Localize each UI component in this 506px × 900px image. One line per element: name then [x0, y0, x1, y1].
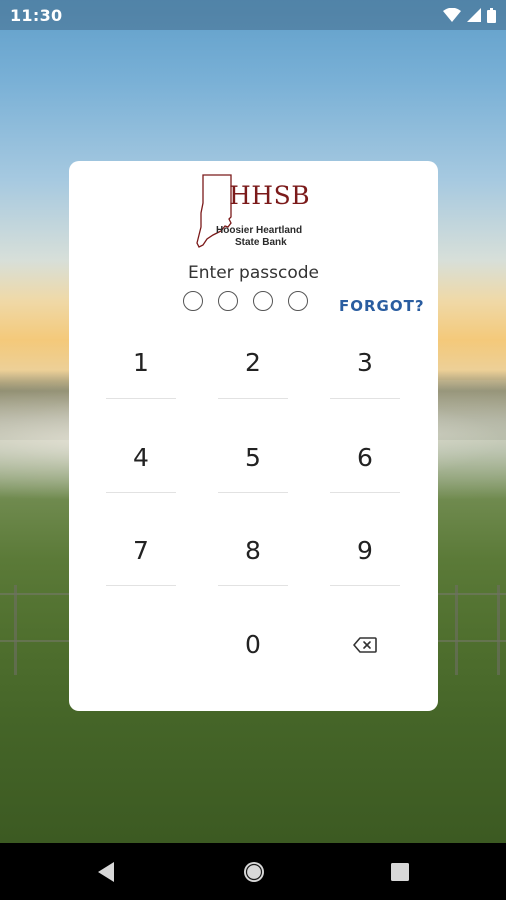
delete-button[interactable]: [330, 614, 400, 674]
passcode-dot: [288, 291, 308, 311]
key-label: 0: [245, 629, 261, 659]
passcode-dots: [183, 291, 308, 311]
logo-line-1: Hoosier Heartland: [216, 225, 303, 236]
key-label: 3: [357, 347, 373, 377]
passcode-prompt: Enter passcode: [188, 263, 319, 283]
signal-icon: [467, 8, 481, 22]
key-label: 9: [357, 535, 373, 565]
status-time: 11:30: [10, 5, 63, 25]
key-divider: [218, 492, 288, 493]
key-divider: [106, 585, 176, 586]
home-icon[interactable]: [242, 860, 266, 888]
key-label: 7: [133, 535, 149, 565]
key-label: 6: [357, 442, 373, 472]
keypad-key-2[interactable]: 2: [218, 332, 288, 392]
keypad-key-1[interactable]: 1: [106, 332, 176, 392]
status-icons: [443, 7, 496, 23]
forgot-passcode-link[interactable]: FORGOT?: [339, 297, 425, 315]
key-divider: [218, 585, 288, 586]
fence-post: [14, 585, 17, 675]
key-divider: [218, 398, 288, 399]
fence-post: [497, 585, 500, 675]
key-divider: [106, 398, 176, 399]
keypad-key-7[interactable]: 7: [106, 520, 176, 580]
key-divider: [330, 398, 400, 399]
status-bar: 11:30: [0, 0, 506, 30]
wifi-icon: [443, 8, 461, 22]
key-divider: [330, 585, 400, 586]
passcode-card: HHSB Hoosier Heartland State Bank Enter …: [69, 161, 438, 711]
key-label: 4: [133, 442, 149, 472]
keypad-key-3[interactable]: 3: [330, 332, 400, 392]
keypad-key-5[interactable]: 5: [218, 427, 288, 487]
fence-post: [455, 585, 458, 675]
key-divider: [106, 492, 176, 493]
key-label: 5: [245, 442, 261, 472]
back-icon[interactable]: [96, 861, 116, 887]
keypad-key-6[interactable]: 6: [330, 427, 400, 487]
key-label: 1: [133, 347, 149, 377]
keypad-key-4[interactable]: 4: [106, 427, 176, 487]
system-nav-bar: [0, 843, 506, 900]
logo-title: HHSB: [229, 181, 311, 210]
passcode-dot: [218, 291, 238, 311]
key-divider: [330, 492, 400, 493]
passcode-dot: [183, 291, 203, 311]
key-label: 2: [245, 347, 261, 377]
backspace-icon: [353, 630, 377, 659]
keypad-key-9[interactable]: 9: [330, 520, 400, 580]
keypad-key-8[interactable]: 8: [218, 520, 288, 580]
passcode-dot: [253, 291, 273, 311]
recents-icon[interactable]: [390, 862, 410, 886]
bank-logo: HHSB Hoosier Heartland State Bank: [195, 173, 315, 249]
battery-icon: [487, 7, 496, 23]
keypad-key-0[interactable]: 0: [218, 614, 288, 674]
key-label: 8: [245, 535, 261, 565]
logo-line-2: State Bank: [235, 237, 287, 248]
